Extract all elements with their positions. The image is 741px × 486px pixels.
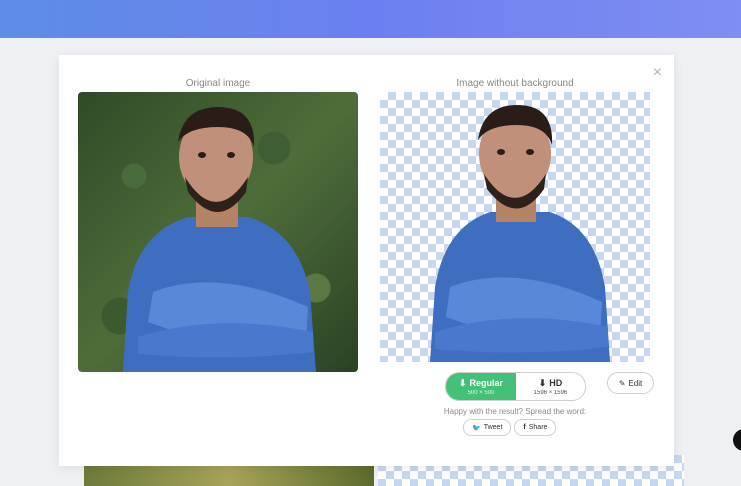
share-buttons: 🐦 Tweet f Share <box>463 419 557 436</box>
close-icon[interactable]: × <box>653 65 662 81</box>
edit-label: Edit <box>628 378 643 388</box>
pencil-icon: ✎ <box>618 378 626 388</box>
facebook-icon: f <box>523 424 526 431</box>
original-image-caption: Original image <box>185 78 251 89</box>
share-button[interactable]: f Share <box>514 419 557 436</box>
share-label: Share <box>528 424 548 431</box>
result-image-caption: Image without background <box>456 78 574 89</box>
person-cutout <box>430 105 610 362</box>
download-icon: ⬇ <box>538 377 547 388</box>
person-photo <box>123 107 316 372</box>
result-image <box>380 92 650 362</box>
header-bar <box>0 0 741 38</box>
regular-label: Regular <box>469 378 504 388</box>
tweet-label: Tweet <box>483 424 503 431</box>
hd-label: HD <box>549 378 563 388</box>
twitter-icon: 🐦 <box>472 424 481 432</box>
chat-widget-button[interactable] <box>733 429 741 451</box>
download-button-group: ⬇ Regular 500 × 500 ⬇ HD 1596 × 1596 <box>445 372 586 401</box>
download-icon: ⬇ <box>458 377 467 388</box>
download-regular-button[interactable]: ⬇ Regular 500 × 500 <box>446 373 516 400</box>
hd-size: 1596 × 1596 <box>533 389 568 396</box>
original-image <box>78 92 358 372</box>
regular-size: 500 × 500 <box>467 389 495 396</box>
download-hd-button[interactable]: ⬇ HD 1596 × 1596 <box>516 373 585 400</box>
tweet-button[interactable]: 🐦 Tweet <box>463 419 512 436</box>
edit-button[interactable]: ✎ Edit <box>607 372 654 394</box>
result-modal: × Original image Image without backgroun… <box>59 55 674 466</box>
